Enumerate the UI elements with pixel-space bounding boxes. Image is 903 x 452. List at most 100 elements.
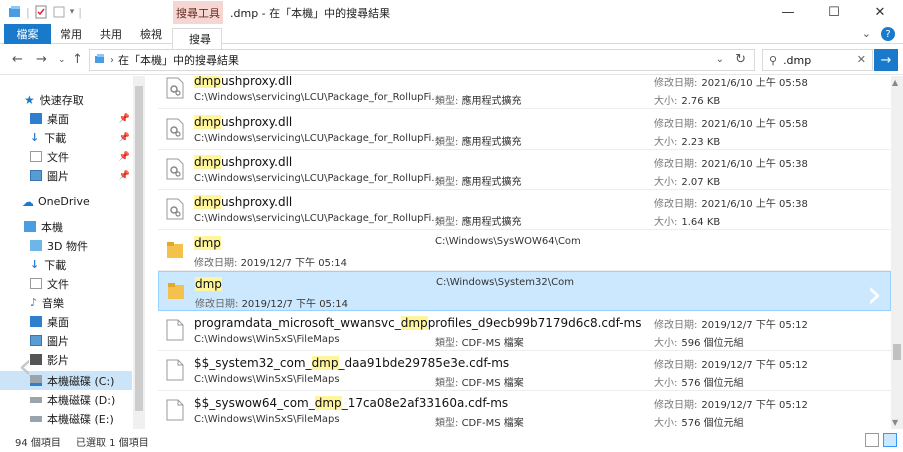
results-scrollbar[interactable]: ▲ ▼ [891,76,903,429]
close-button[interactable]: ✕ [857,0,903,24]
nav-this-pc[interactable]: 本機 [0,217,146,236]
forward-button[interactable]: → [36,52,47,67]
result-row[interactable]: dmp C:\Windows\SysWOW64\Com 修改日期: 2019/12/… [158,231,891,271]
size-label: 大小: [654,217,678,228]
desktop-icon [30,316,42,327]
file-type: 類型: CDF-MS 檔案 [435,334,524,349]
search-input[interactable]: .dmp [783,54,811,67]
search-go-button[interactable]: → [874,49,898,71]
modified-value: 2019/12/7 下午 05:12 [701,400,808,411]
nav-documents[interactable]: 文件 📌 [0,147,146,166]
customize-qat-icon[interactable]: ▾ [70,7,75,17]
nav-3d-objects[interactable]: 3D 物件 [0,236,146,255]
result-row[interactable]: $$_syswow64_com_dmp_17ca08e2af33160a.cdf… [158,391,891,429]
address-bar[interactable]: › 在「本機」中的搜尋結果 ⌄ ↻ [89,49,755,71]
new-folder-icon[interactable] [52,5,66,19]
nav-scrollbar[interactable] [133,76,145,429]
scroll-up-icon[interactable]: ▲ [892,78,898,87]
expand-ribbon-icon[interactable]: ⌄ [862,27,871,41]
nav-label: 文件 [47,150,69,164]
file-icon [166,399,184,421]
result-row[interactable]: dmpushproxy.dll C:\Windows\servicing\LCU\… [158,76,891,109]
clear-search-icon[interactable]: ✕ [857,53,866,66]
minimize-button[interactable]: — [765,0,811,24]
nav-downloads[interactable]: ↓ 下載 📌 [0,128,146,147]
result-row[interactable]: dmpushproxy.dll C:\Windows\servicing\LCU\… [158,150,891,190]
file-size: 大小: 596 個位元組 [654,334,744,349]
back-button[interactable]: ← [12,52,23,67]
nav-scroll-thumb[interactable] [135,86,143,411]
file-name-suffix: profiles_d9ecb99b7179d6c8.cdf-ms [427,316,642,330]
search-match-highlight: dmp [194,115,221,129]
pin-icon: 📌 [118,113,130,124]
modified-date: 修改日期: 2021/6/10 上午 05:38 [654,155,808,170]
file-path: C:\Windows\WinSxS\FileMaps [194,334,340,345]
maximize-button[interactable]: ☐ [811,0,857,24]
file-name[interactable]: $$_system32_com_dmp_daa91bde29785e3e.cdf… [194,356,509,370]
modified-label: 修改日期: [195,299,239,310]
nav-pc-downloads[interactable]: ↓ 下載 [0,255,146,274]
nav-pc-desktop[interactable]: 桌面 [0,312,146,331]
result-row[interactable]: $$_system32_com_dmp_daa91bde29785e3e.cdf… [158,351,891,391]
help-icon[interactable]: ? [881,27,895,41]
nav-label: 圖片 [47,169,69,183]
up-button[interactable]: ↑ [72,52,83,67]
file-name[interactable]: $$_syswow64_com_dmp_17ca08e2af33160a.cdf… [194,396,508,410]
file-name[interactable]: dmp [194,236,221,250]
nav-desktop[interactable]: 桌面 📌 [0,109,146,128]
file-name-suffix: _daa91bde29785e3e.cdf-ms [338,356,510,370]
details-view-icon[interactable] [865,433,879,447]
selection-count: 已選取 1 個項目 [76,438,149,449]
item-count: 94 個項目 [15,438,61,449]
file-name[interactable]: dmpushproxy.dll [194,76,292,88]
nav-pictures[interactable]: 圖片 📌 [0,166,146,185]
file-path: C:\Windows\WinSxS\FileMaps [194,374,340,385]
folder-location: C:\Windows\System32\Com [436,277,574,288]
nav-music[interactable]: ♪ 音樂 [0,293,146,312]
result-row[interactable]: dmpushproxy.dll C:\Windows\servicing\LCU\… [158,190,891,230]
file-name[interactable]: dmpushproxy.dll [194,195,292,209]
content-view-icon[interactable] [883,433,897,447]
recent-locations-icon[interactable]: ⌄ [58,55,66,65]
scroll-down-icon[interactable]: ▼ [892,418,898,427]
search-match-highlight: dmp [194,195,221,209]
breadcrumb-chevron-icon[interactable]: › [110,55,114,66]
tab-view[interactable]: 檢視 [132,24,170,44]
dll-file-icon [166,158,184,180]
tab-home[interactable]: 常用 [52,24,90,44]
file-name[interactable]: dmp [195,277,222,291]
nav-drive-d[interactable]: 本機磁碟 (D:) [0,390,146,409]
search-tools-context-tab[interactable]: 搜尋工具 [173,1,223,24]
nav-onedrive[interactable]: ☁ OneDrive [0,192,146,211]
pictures-icon [30,170,42,181]
result-row[interactable]: dmpushproxy.dll C:\Windows\servicing\LCU\… [158,110,891,150]
file-size: 大小: 2.76 KB [654,92,720,107]
result-row[interactable]: programdata_microsoft_wwansvc_dmpprofile… [158,311,891,351]
status-bar: 94 個項目 已選取 1 個項目 [0,430,903,452]
overlay-right-chevron-icon[interactable]: › [867,272,882,316]
cube-icon [30,240,42,251]
tab-share[interactable]: 共用 [92,24,130,44]
pin-icon: 📌 [118,170,130,181]
breadcrumb[interactable]: 在「本機」中的搜尋結果 [118,52,239,68]
refresh-icon[interactable]: ↻ [735,52,746,67]
result-row[interactable]: dmp C:\Windows\System32\Com 修改日期: 2019/12/… [158,271,891,316]
nav-drive-e[interactable]: 本機磁碟 (E:) [0,409,146,428]
nav-pc-documents[interactable]: 文件 [0,274,146,293]
file-name[interactable]: programdata_microsoft_wwansvc_dmpprofile… [194,316,641,330]
nav-label: 桌面 [47,315,69,329]
address-dropdown-icon[interactable]: ⌄ [716,54,724,65]
search-box[interactable]: ⚲ .dmp ✕ [762,49,873,71]
view-switcher [865,433,897,447]
file-name[interactable]: dmpushproxy.dll [194,155,292,169]
properties-icon[interactable] [34,5,48,19]
modified-label: 修改日期: [654,119,698,130]
overlay-left-chevron-icon[interactable]: ‹ [18,346,32,387]
nav-quick-access[interactable]: ★ 快速存取 [0,90,146,109]
size-label: 大小: [654,137,678,148]
search-icon: ⚲ [769,53,778,67]
type-label: 類型: [435,137,459,148]
file-name[interactable]: dmpushproxy.dll [194,115,292,129]
results-scroll-thumb[interactable] [893,344,901,360]
tab-file[interactable]: 檔案 [4,24,51,44]
